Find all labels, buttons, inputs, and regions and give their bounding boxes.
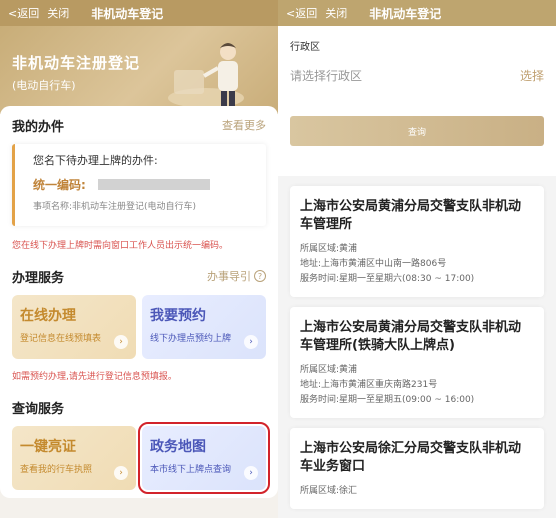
district-select[interactable]: 请选择行政区 选择 — [290, 67, 544, 84]
online-apply-title: 在线办理 — [20, 308, 76, 324]
site-meta: 所属区域:黄浦 地址:上海市黄浦区中山南一路806号 服务时间:星期一至星期六(… — [300, 242, 532, 287]
top-bar: <返回 关闭 非机动车登记 — [278, 0, 556, 26]
select-link[interactable]: 选择 — [520, 67, 544, 84]
site-name: 上海市公安局黄浦分局交警支队非机动车管理所 — [300, 199, 522, 232]
service-note: 如需预约办理,请先进行登记信息预填报。 — [12, 372, 177, 382]
service-guide-link[interactable]: 办事导引 ? — [207, 268, 266, 284]
task-card[interactable]: 您名下待办理上牌的办件: 统一编码: 事项名称:非机动车注册登记(电动自行车) — [12, 144, 266, 226]
right-screen: <返回 关闭 非机动车登记 行政区 请选择行政区 选择 查询 上海市公安局黄浦分… — [278, 0, 556, 518]
query-button[interactable]: 查询 — [290, 116, 544, 146]
back-button[interactable]: <返回 — [8, 5, 39, 21]
close-button[interactable]: 关闭 — [47, 5, 69, 21]
search-form: 行政区 请选择行政区 选择 查询 — [278, 26, 556, 176]
task-intro: 您名下待办理上牌的办件: — [33, 154, 158, 167]
service-tiles: 在线办理 登记信息在线预填表 › 我要预约 线下办理点预约上牌 › — [12, 295, 266, 359]
query-title: 查询服务 — [12, 401, 65, 417]
redacted-code — [97, 179, 210, 190]
site-meta: 所属区域:黄浦 地址:上海市黄浦区重庆南路231号 服务时间:星期一至星期五(0… — [300, 363, 532, 408]
view-more-link[interactable]: 查看更多 — [222, 117, 266, 133]
my-tasks-title: 我的办件 — [12, 119, 65, 135]
close-button[interactable]: 关闭 — [325, 5, 347, 21]
gov-map-tile[interactable]: 政务地图 本市线下上牌点查询 › — [138, 422, 270, 494]
services-title: 办理服务 — [12, 270, 65, 286]
site-meta: 所属区域:徐汇 — [300, 484, 532, 499]
site-card[interactable]: 上海市公安局黄浦分局交警支队非机动车管理所 所属区域:黄浦 地址:上海市黄浦区中… — [290, 186, 544, 297]
back-button[interactable]: <返回 — [286, 5, 317, 21]
chevron-right-icon: › — [114, 466, 128, 480]
page-title: 非机动车登记 — [369, 6, 442, 21]
task-item-name: 事项名称:非机动车注册登记(电动自行车) — [33, 202, 197, 212]
site-area: 所属区域:黄浦 — [300, 365, 358, 375]
unified-code-row: 统一编码: — [33, 176, 256, 193]
query-tiles: 一键亮证 查看我的行车执照 › 政务地图 本市线下上牌点查询 › — [12, 422, 270, 494]
site-address: 地址:上海市黄浦区重庆南路231号 — [300, 380, 438, 390]
gov-map-title: 政务地图 — [150, 439, 206, 455]
online-apply-subtitle: 登记信息在线预填表 — [20, 334, 102, 344]
chevron-right-icon: › — [244, 466, 258, 480]
show-license-tile[interactable]: 一键亮证 查看我的行车执照 › — [12, 426, 136, 490]
site-card[interactable]: 上海市公安局徐汇分局交警支队非机动车业务窗口 所属区域:徐汇 — [290, 428, 544, 509]
hero-banner: 非机动车注册登记 (电动自行车) — [0, 26, 278, 114]
unified-code-label: 统一编码: — [33, 178, 86, 192]
query-header: 查询服务 — [12, 396, 266, 418]
site-hours: 服务时间:星期一至星期五(09:00 ~ 16:00) — [300, 395, 475, 405]
district-placeholder: 请选择行政区 — [290, 69, 363, 83]
appointment-subtitle: 线下办理点预约上牌 — [150, 334, 232, 344]
top-bar: <返回 关闭 非机动车登记 — [0, 0, 278, 26]
site-area: 所属区域:黄浦 — [300, 244, 358, 254]
task-note: 您在线下办理上牌时需向窗口工作人员出示统一编码。 — [12, 241, 229, 251]
gov-map-subtitle: 本市线下上牌点查询 — [150, 465, 232, 475]
content-card: 我的办件 查看更多 您名下待办理上牌的办件: 统一编码: 事项名称:非机动车注册… — [0, 106, 278, 498]
show-license-subtitle: 查看我的行车执照 — [20, 465, 93, 475]
page-title: 非机动车登记 — [91, 6, 164, 21]
site-name: 上海市公安局黄浦分局交警支队非机动车管理所(铁骑大队上牌点) — [300, 320, 522, 353]
my-tasks-header: 我的办件 查看更多 — [12, 114, 266, 136]
site-name: 上海市公安局徐汇分局交警支队非机动车业务窗口 — [300, 441, 522, 474]
site-address: 地址:上海市黄浦区中山南一路806号 — [300, 259, 447, 269]
service-guide-label: 办事导引 — [207, 270, 251, 283]
district-label: 行政区 — [290, 42, 320, 53]
help-icon: ? — [254, 270, 266, 282]
person-illustration-icon — [168, 43, 244, 108]
site-card[interactable]: 上海市公安局黄浦分局交警支队非机动车管理所(铁骑大队上牌点) 所属区域:黄浦 地… — [290, 307, 544, 418]
show-license-title: 一键亮证 — [20, 439, 76, 455]
site-hours: 服务时间:星期一至星期六(08:30 ~ 17:00) — [300, 274, 475, 284]
online-apply-tile[interactable]: 在线办理 登记信息在线预填表 › — [12, 295, 136, 359]
services-header: 办理服务 办事导引 ? — [12, 265, 266, 287]
chevron-right-icon: › — [114, 335, 128, 349]
site-area: 所属区域:徐汇 — [300, 486, 358, 496]
appointment-title: 我要预约 — [150, 308, 206, 324]
chevron-right-icon: › — [244, 335, 258, 349]
appointment-tile[interactable]: 我要预约 线下办理点预约上牌 › — [142, 295, 266, 359]
left-screen: <返回 关闭 非机动车登记 非机动车注册登记 (电动自行车) 我的办件 查看更多… — [0, 0, 278, 518]
